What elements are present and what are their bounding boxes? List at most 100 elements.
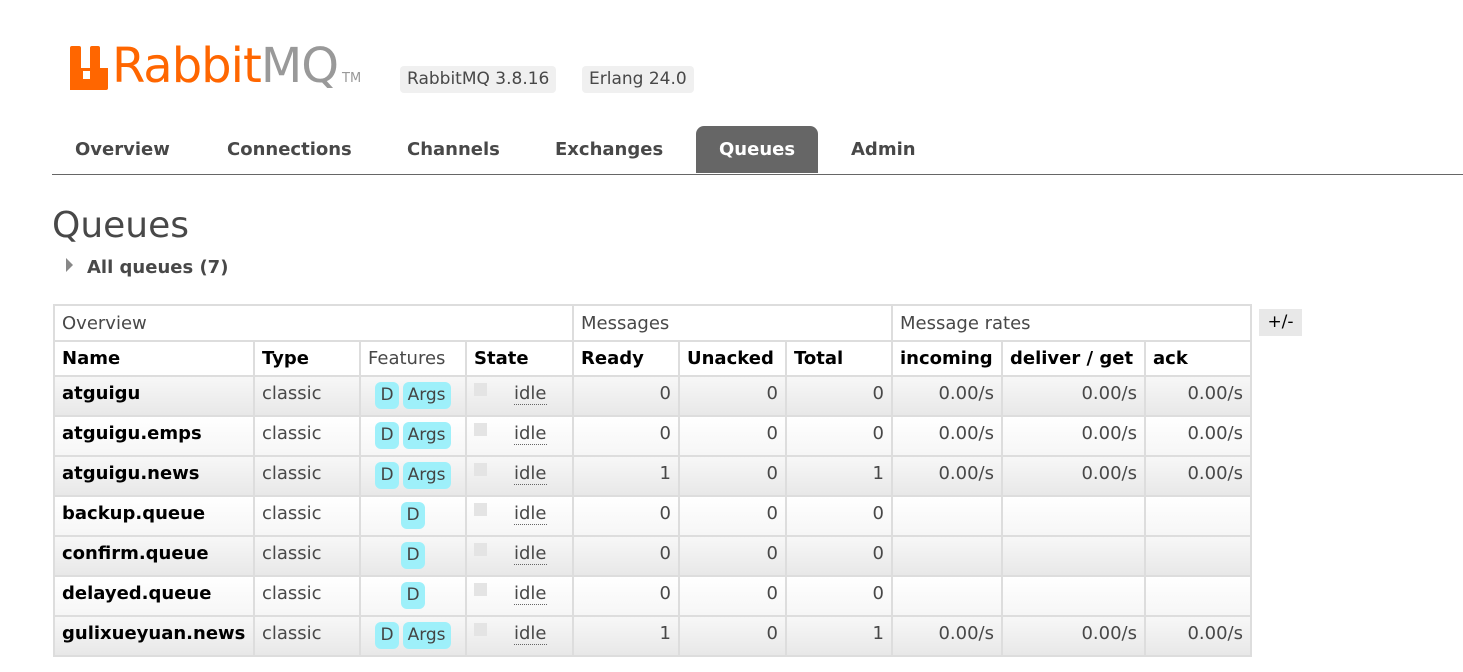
state-indicator-icon [474,583,487,596]
col-total[interactable]: Total [785,340,893,377]
col-ack[interactable]: ack [1144,340,1252,377]
rate-incoming: 0.00/s [891,375,1003,417]
rate-incoming [891,535,1003,577]
rate-incoming: 0.00/s [891,415,1003,457]
queue-name-link[interactable]: gulixueyuan.news [62,623,245,644]
messages-unacked: 0 [678,575,787,617]
state-indicator-icon [474,423,487,436]
queue-features: D [359,535,467,577]
queue-type: classic [253,615,361,657]
rate-deliver-get [1001,575,1146,617]
queue-type: classic [253,495,361,537]
tab-admin[interactable]: Admin [828,126,939,172]
rate-incoming [891,495,1003,537]
durable-badge: D [375,462,399,489]
durable-badge: D [401,582,425,609]
tab-overview[interactable]: Overview [52,126,193,172]
durable-badge: D [375,422,399,449]
messages-unacked: 0 [678,375,787,417]
rate-deliver-get: 0.00/s [1001,375,1146,417]
queue-state: idle [465,575,574,617]
queue-type: classic [253,415,361,457]
col-ready[interactable]: Ready [572,340,680,377]
messages-total: 0 [785,415,893,457]
trademark: TM [342,71,362,86]
durable-badge: D [375,382,399,409]
queue-type: classic [253,575,361,617]
rate-ack: 0.00/s [1144,375,1252,417]
messages-total: 0 [785,375,893,417]
messages-ready: 0 [572,575,680,617]
queue-features: D [359,495,467,537]
col-type[interactable]: Type [253,340,361,377]
state-indicator-icon [474,463,487,476]
rate-ack [1144,575,1252,617]
table-row: atguigu.news classic D Args idle 1 0 1 0.00/s 0.0… [53,455,1252,497]
state-text: idle [514,623,547,645]
queue-state: idle [465,375,574,417]
queue-name-link[interactable]: atguigu [62,383,140,404]
queue-state: idle [465,495,574,537]
tab-channels[interactable]: Channels [384,126,523,172]
messages-ready: 0 [572,535,680,577]
state-text: idle [514,583,547,605]
page-title: Queues [52,205,190,246]
durable-badge: D [401,502,425,529]
col-deliver-get[interactable]: deliver / get [1001,340,1146,377]
toggle-columns-button[interactable]: +/- [1259,309,1302,336]
args-badge: Args [402,422,451,449]
queue-state: idle [465,615,574,657]
col-state[interactable]: State [465,340,574,377]
queue-name-link[interactable]: delayed.queue [62,583,211,604]
queue-name-link[interactable]: backup.queue [62,503,205,524]
messages-ready: 0 [572,415,680,457]
rate-incoming [891,575,1003,617]
table-row: backup.queue classic Didle 0 0 0 [53,495,1252,537]
queue-features: D Args [359,615,467,657]
args-badge: Args [402,622,451,649]
main-nav: Overview Connections Channels Exchanges … [52,126,1463,175]
rate-deliver-get: 0.00/s [1001,415,1146,457]
col-incoming[interactable]: incoming [891,340,1003,377]
queue-state: idle [465,415,574,457]
table-row: delayed.queue classic Didle 0 0 0 [53,575,1252,617]
state-indicator-icon [474,383,487,396]
messages-unacked: 0 [678,415,787,457]
table-row: atguigu.emps classic D Args idle 0 0 0 0.00/s 0.0… [53,415,1252,457]
group-messages: Messages [572,304,893,342]
tab-connections[interactable]: Connections [204,126,375,172]
args-badge: Args [402,462,451,489]
rate-deliver-get [1001,495,1146,537]
tab-queues[interactable]: Queues [696,126,819,173]
all-queues-toggle[interactable]: All queues (7) [66,257,228,278]
rate-incoming: 0.00/s [891,455,1003,497]
tab-exchanges[interactable]: Exchanges [532,126,686,172]
messages-unacked: 0 [678,535,787,577]
queue-name-link[interactable]: confirm.queue [62,543,209,564]
state-text: idle [514,423,547,445]
col-name[interactable]: Name [53,340,255,377]
rate-ack [1144,535,1252,577]
queue-type: classic [253,375,361,417]
table-row: confirm.queue classic Didle 0 0 0 [53,535,1252,577]
rabbitmq-logo[interactable]: RabbitMQ TM [70,38,361,90]
queue-type: classic [253,535,361,577]
rabbitmq-version: RabbitMQ 3.8.16 [400,66,557,93]
queue-name-link[interactable]: atguigu.emps [62,423,202,444]
queues-table: Overview Messages Message rates Name Typ… [53,304,1252,657]
state-text: idle [514,543,547,565]
queue-state: idle [465,455,574,497]
queue-name-link[interactable]: atguigu.news [62,463,200,484]
messages-unacked: 0 [678,455,787,497]
rate-deliver-get: 0.00/s [1001,455,1146,497]
table-row: atguigu classic D Args idle 0 0 0 0.00/s 0.00/s 0.… [53,375,1252,417]
messages-ready: 0 [572,375,680,417]
queue-features: D Args [359,375,467,417]
all-queues-label: All queues (7) [87,257,229,278]
messages-ready: 0 [572,495,680,537]
rate-incoming: 0.00/s [891,615,1003,657]
queue-features: D Args [359,455,467,497]
col-unacked[interactable]: Unacked [678,340,787,377]
queue-state: idle [465,535,574,577]
state-indicator-icon [474,543,487,556]
